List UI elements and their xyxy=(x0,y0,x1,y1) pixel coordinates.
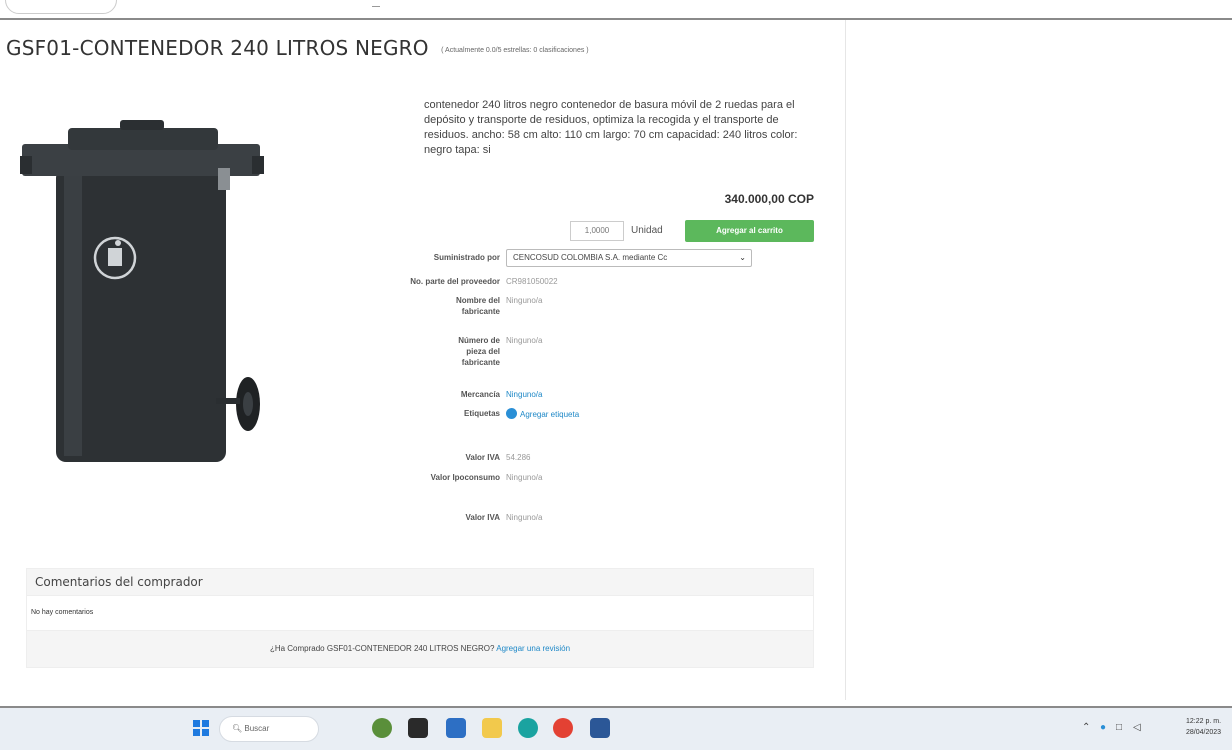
unit-label: Unidad xyxy=(631,225,663,236)
taskbar: 🔍︎ Buscar ⌃ ● □ ◁ 12:22 p. m. 28/04/2023 xyxy=(0,708,1232,750)
chrome-browser-icon[interactable] xyxy=(553,718,573,738)
commodity-label: Mercancía xyxy=(460,390,500,399)
review-prompt-row: ¿Ha Comprado GSF01-CONTENEDOR 240 LITROS… xyxy=(26,630,814,668)
manufacturer-name-label: Nombre del fabricante xyxy=(455,296,500,316)
windows-start-icon[interactable] xyxy=(193,720,209,736)
tags-label: Etiquetas xyxy=(463,409,500,418)
iva-2-value: Ninguno/a xyxy=(506,513,543,522)
clock-date: 28/04/2023 xyxy=(1186,729,1222,736)
supplier-select[interactable]: CENCOSUD COLOMBIA S.A. mediante Cc ⌄ xyxy=(506,249,752,267)
supplier-label: Suministrado por xyxy=(433,253,500,262)
rating-summary: ( Actualmente 0.0/5 estrellas: 0 clasifi… xyxy=(441,47,589,54)
page-title: GSF01-CONTENEDOR 240 LITROS NEGRO xyxy=(6,36,429,60)
divider xyxy=(372,6,380,7)
commodity-link[interactable]: Ninguno/a xyxy=(506,389,542,400)
app-icon[interactable] xyxy=(446,718,466,738)
title-row: GSF01-CONTENEDOR 240 LITROS NEGRO ( Actu… xyxy=(6,36,589,60)
iva-value: 54.286 xyxy=(506,453,531,462)
manufacturer-part-value: Ninguno/a xyxy=(506,336,543,345)
comments-empty: No hay comentarios xyxy=(26,596,814,630)
add-tag-text: Agregar etiqueta xyxy=(520,410,580,419)
clock[interactable]: 12:22 p. m. 28/04/2023 xyxy=(1186,716,1221,738)
add-to-cart-button[interactable]: Agregar al carrito xyxy=(685,220,814,242)
taskbar-search-label: Buscar xyxy=(244,724,270,733)
product-price: 340.000,00 COP xyxy=(724,192,814,206)
manufacturer-name-value: Ninguno/a xyxy=(506,296,543,305)
add-tag-link[interactable]: Agregar etiqueta xyxy=(506,408,579,420)
iva-2-label: Valor IVA xyxy=(465,513,500,522)
tag-icon xyxy=(506,408,517,419)
file-explorer-icon[interactable] xyxy=(482,718,502,738)
manufacturer-part-label: Número de pieza del fabricante xyxy=(458,336,500,367)
product-detail: GSF01-CONTENEDOR 240 LITROS NEGRO ( Actu… xyxy=(0,20,845,700)
browser-top-strip xyxy=(0,0,1232,20)
monitor-icon[interactable]: □ xyxy=(1116,722,1122,733)
widgets-icon[interactable] xyxy=(372,718,392,738)
clock-time: 12:22 p. m. xyxy=(1186,718,1222,725)
search-icon: 🔍︎ xyxy=(232,724,245,733)
part-number-value: CR981050022 xyxy=(506,277,558,286)
buyer-comments: Comentarios del comprador No hay comenta… xyxy=(26,568,814,688)
volume-icon[interactable]: ◁ xyxy=(1133,722,1141,733)
chevron-up-icon[interactable]: ⌃ xyxy=(1082,722,1090,733)
right-panel xyxy=(845,20,1232,700)
outlook-icon[interactable] xyxy=(590,718,610,738)
supplier-select-value: CENCOSUD COLOMBIA S.A. mediante Cc xyxy=(513,253,668,262)
product-description: contenedor 240 litros negro contenedor d… xyxy=(424,99,798,156)
ipoconsumo-value: Ninguno/a xyxy=(506,473,543,482)
iva-label: Valor IVA xyxy=(465,453,500,462)
part-number-label: No. parte del proveedor xyxy=(410,277,500,286)
previous-page-control[interactable] xyxy=(5,0,117,14)
cloud-icon[interactable]: ● xyxy=(1100,722,1106,733)
ipoconsumo-label: Valor Ipoconsumo xyxy=(430,473,500,482)
product-image xyxy=(20,120,264,462)
add-review-link[interactable]: Agregar una revisión xyxy=(496,644,570,653)
comments-heading: Comentarios del comprador xyxy=(26,568,814,596)
chevron-down-icon: ⌄ xyxy=(739,253,746,262)
quantity-input[interactable]: 1,0000 xyxy=(570,221,624,241)
task-view-icon[interactable] xyxy=(408,718,428,738)
taskbar-search[interactable]: 🔍︎ Buscar xyxy=(219,716,319,742)
edge-browser-icon[interactable] xyxy=(518,718,538,738)
review-prompt: ¿Ha Comprado GSF01-CONTENEDOR 240 LITROS… xyxy=(269,644,495,653)
